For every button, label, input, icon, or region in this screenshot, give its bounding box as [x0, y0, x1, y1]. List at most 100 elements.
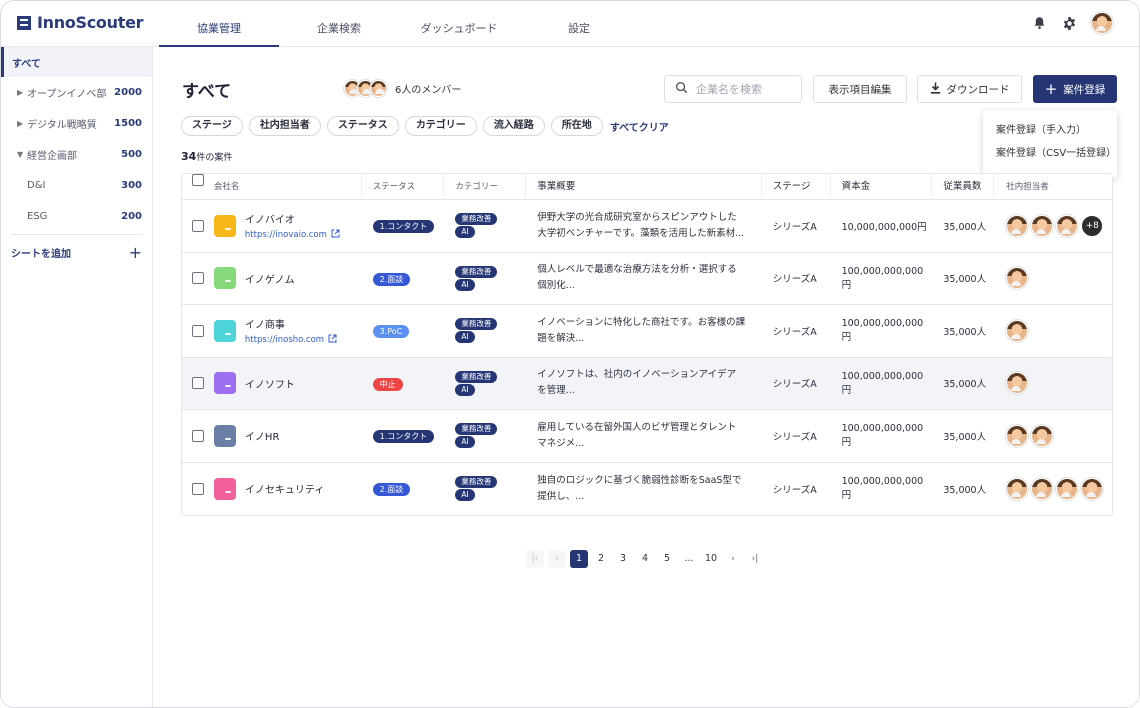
- menu-item-manual-entry[interactable]: 案件登録（手入力）: [983, 119, 1117, 142]
- page-button-5[interactable]: 5: [658, 550, 676, 568]
- app-logo[interactable]: InnoScouter: [17, 13, 144, 32]
- download-button[interactable]: ダウンロード: [917, 75, 1022, 103]
- avatar[interactable]: [1006, 267, 1029, 290]
- company-name[interactable]: イノゲノム: [245, 271, 295, 286]
- page-button-2[interactable]: 2: [592, 550, 610, 568]
- filter-chip-source[interactable]: 流入経路: [482, 116, 545, 136]
- table-row[interactable]: イノセキュリティ 2.面談 業務改善 AI 独自のロジックに基づく脆弱性診断をSaaS型…: [182, 462, 1112, 515]
- company-logo: [213, 214, 236, 237]
- edit-columns-button[interactable]: 表示項目編集: [813, 75, 907, 103]
- page-button-10[interactable]: 10: [702, 550, 720, 568]
- table-row[interactable]: イノソフト 中止 業務改善 AI イノソフトは、社内のイノベーションアイデア を管理...…: [182, 357, 1112, 410]
- last-page-button[interactable]: ›|: [746, 550, 764, 568]
- column-header-category[interactable]: カテゴリー: [444, 174, 527, 200]
- page-button-3[interactable]: 3: [614, 550, 632, 568]
- column-header-staff[interactable]: 社内担当者: [994, 174, 1112, 200]
- search-icon: [675, 81, 688, 97]
- table-row[interactable]: イノ商事 https://inosho.com 3.PoC 業務改善 AI イノベーション…: [182, 305, 1112, 358]
- avatar[interactable]: [1056, 477, 1079, 500]
- row-checkbox[interactable]: [191, 429, 204, 442]
- row-checkbox[interactable]: [191, 377, 204, 390]
- company-name[interactable]: イノセキュリティ: [245, 481, 324, 496]
- filter-chip-staff[interactable]: 社内担当者: [248, 116, 321, 136]
- clear-all-filters[interactable]: すべてクリア: [610, 119, 669, 134]
- filter-chip-category[interactable]: カテゴリー: [404, 116, 477, 136]
- company-name[interactable]: イノHR: [245, 428, 279, 443]
- prev-page-button[interactable]: ‹: [548, 550, 566, 568]
- avatar[interactable]: [1081, 477, 1104, 500]
- avatar[interactable]: [1006, 319, 1029, 342]
- avatar[interactable]: [1031, 424, 1054, 447]
- row-checkbox[interactable]: [191, 482, 204, 495]
- bell-icon[interactable]: [1031, 15, 1047, 31]
- page-button-4[interactable]: 4: [636, 550, 654, 568]
- gear-icon[interactable]: [1061, 15, 1077, 31]
- column-header-company[interactable]: 会社名: [214, 174, 362, 200]
- company-url-link[interactable]: https://inosho.com: [245, 334, 337, 346]
- main-content: すべて 6人のメンバー 表示項目編集 ダウンロード +: [154, 47, 1139, 707]
- staff-cell: [994, 372, 1112, 395]
- column-header-employees[interactable]: 従業員数: [932, 174, 995, 200]
- row-checkbox[interactable]: [191, 272, 204, 285]
- add-case-button[interactable]: + 案件登録: [1033, 75, 1117, 103]
- avatar[interactable]: [1006, 214, 1029, 237]
- table-row[interactable]: イノHR 1.コンタクト 業務改善 AI 雇用している在留外国人のビザ管理とタレント マネ…: [182, 410, 1112, 463]
- company-cell: イノゲノム: [213, 267, 362, 290]
- filter-chip-stage[interactable]: ステージ: [181, 116, 243, 136]
- caret-right-icon[interactable]: ▶: [17, 88, 27, 97]
- avatar[interactable]: [1031, 214, 1054, 237]
- avatar[interactable]: [1006, 477, 1029, 500]
- column-header-stage[interactable]: ステージ: [762, 174, 831, 200]
- avatar[interactable]: [1056, 214, 1079, 237]
- staff-cell: [994, 267, 1112, 290]
- table-row[interactable]: イノバイオ https://inovaio.com 1.コンタクト 業務改善 AI 伊野大…: [182, 200, 1112, 253]
- column-header-overview[interactable]: 事業概要: [526, 174, 762, 200]
- status-badge: 2.面談: [372, 272, 411, 286]
- company-logo: [213, 372, 236, 395]
- company-url: https://inosho.com: [244, 334, 325, 345]
- sidebar-item-open-innovation[interactable]: ▶ オープンイノベ部 2000: [1, 77, 152, 108]
- search-box[interactable]: [664, 75, 802, 103]
- sidebar-item-esg[interactable]: ESG 200: [1, 201, 152, 232]
- user-avatar[interactable]: [1091, 12, 1113, 34]
- company-name[interactable]: イノソフト: [245, 376, 295, 391]
- filter-chip-status[interactable]: ステータス: [326, 116, 399, 136]
- avatar[interactable]: [1031, 477, 1054, 500]
- company-name[interactable]: イノ商事: [245, 316, 337, 331]
- next-page-button[interactable]: ›: [724, 550, 742, 568]
- add-sheet-button[interactable]: シートを追加 +: [1, 235, 152, 269]
- first-page-button[interactable]: |‹: [526, 550, 544, 568]
- caret-down-icon[interactable]: ▼: [17, 150, 27, 159]
- cases-table: 会社名 ステータス カテゴリー 事業概要 ステージ 資本金 従業員数 社内担当者…: [181, 173, 1113, 516]
- caret-right-icon[interactable]: ▶: [17, 119, 27, 128]
- column-header-capital[interactable]: 資本金: [831, 174, 933, 200]
- page-title: すべて: [182, 82, 232, 102]
- sidebar-item-digital-strategy[interactable]: ▶ デジタル戦略質 1500: [1, 108, 152, 139]
- avatar[interactable]: [1006, 424, 1029, 447]
- members-indicator[interactable]: 6人のメンバー: [344, 80, 461, 97]
- row-checkbox[interactable]: [191, 324, 204, 337]
- sidebar-item-count: 200: [121, 211, 142, 222]
- page-button-1[interactable]: 1: [570, 550, 588, 568]
- tab-dashboard[interactable]: ダッシュボード: [399, 1, 519, 47]
- search-input[interactable]: [696, 82, 792, 96]
- overview-line: 題を解決...: [537, 332, 585, 344]
- filter-chip-location[interactable]: 所在地: [550, 116, 603, 136]
- row-checkbox[interactable]: [191, 219, 204, 232]
- select-all-checkbox[interactable]: [191, 174, 204, 186]
- sidebar-item-corporate-planning[interactable]: ▼ 経営企画部 500: [1, 139, 152, 170]
- tab-settings[interactable]: 設定: [519, 1, 639, 47]
- company-name[interactable]: イノバイオ: [245, 211, 340, 226]
- category-badge: AI: [455, 383, 475, 396]
- column-header-status[interactable]: ステータス: [362, 174, 445, 200]
- avatar[interactable]: [1006, 372, 1029, 395]
- sidebar-item-all[interactable]: すべて: [1, 47, 152, 77]
- menu-item-csv-import[interactable]: 案件登録（CSV一括登録）: [983, 142, 1117, 165]
- more-staff-badge[interactable]: +8: [1081, 214, 1104, 237]
- tab-collaboration[interactable]: 協業管理: [159, 1, 279, 47]
- sidebar-item-dei[interactable]: D&I 300: [1, 170, 152, 201]
- overview-cell: 伊野大学の光合成研究室からスピンアウトした 大学初ベンチャーです。藻類を活用した新…: [526, 210, 761, 242]
- tab-company-search[interactable]: 企業検索: [279, 1, 399, 47]
- company-url-link[interactable]: https://inovaio.com: [245, 229, 340, 241]
- table-row[interactable]: イノゲノム 2.面談 業務改善 AI 個人レベルで最適な治療方法を分析・選択する 個別化.…: [182, 252, 1112, 305]
